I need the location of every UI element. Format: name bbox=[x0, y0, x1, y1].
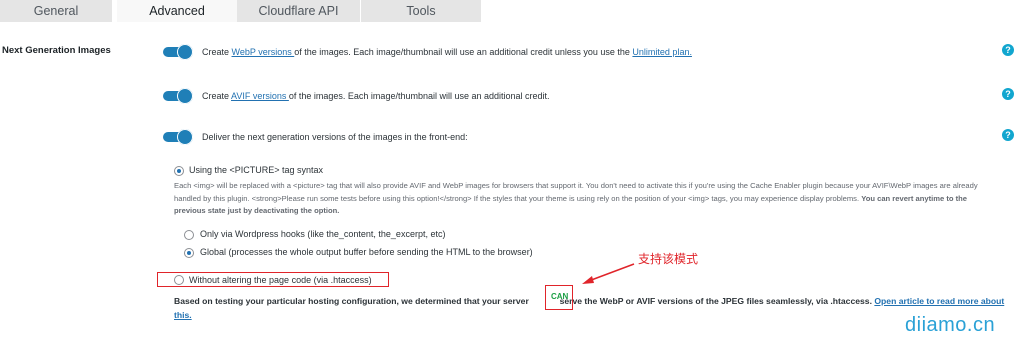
settings-tabs: General Advanced Cloudflare API Tools bbox=[0, 0, 1024, 22]
global-buffer-label: Global (processes the whole output buffe… bbox=[200, 247, 533, 257]
wordpress-hooks-radio[interactable] bbox=[184, 230, 194, 240]
can-status-badge: CAN bbox=[551, 292, 569, 301]
global-buffer-radio[interactable] bbox=[184, 248, 194, 258]
help-icon-webp[interactable]: ? bbox=[1002, 44, 1014, 56]
picture-description-text: Each <img> will be replaced with a <pict… bbox=[174, 181, 978, 203]
picture-tag-label: Using the <PICTURE> tag syntax bbox=[189, 165, 324, 175]
avif-option-text: Create AVIF versions of the images. Each… bbox=[202, 91, 550, 101]
htaccess-label: Without altering the page code (via .hta… bbox=[189, 275, 372, 285]
result-text-post: serve the WebP or AVIF versions of the J… bbox=[557, 296, 875, 306]
watermark: diiamo.cn bbox=[905, 314, 996, 336]
avif-toggle[interactable] bbox=[163, 88, 193, 104]
help-icon-avif[interactable]: ? bbox=[1002, 88, 1014, 100]
webp-option-text: Create WebP versions of the images. Each… bbox=[202, 47, 692, 57]
toggle-knob bbox=[177, 44, 193, 60]
section-label-next-gen-images: Next Generation Images bbox=[2, 45, 111, 56]
webp-versions-link[interactable]: WebP versions bbox=[232, 47, 295, 57]
tab-general[interactable]: General bbox=[0, 0, 112, 22]
htaccess-test-result: Based on testing your particular hosting… bbox=[174, 294, 1014, 322]
unlimited-plan-link[interactable]: Unlimited plan. bbox=[632, 47, 692, 57]
toggle-knob bbox=[177, 88, 193, 104]
picture-tag-description: Each <img> will be replaced with a <pict… bbox=[174, 180, 994, 218]
avif-text-mid: of the images. Each image/thumbnail will… bbox=[288, 91, 550, 101]
htaccess-radio[interactable] bbox=[174, 275, 184, 285]
webp-text-pre: Create bbox=[202, 47, 232, 57]
toggle-knob bbox=[177, 129, 193, 145]
annotation-arrow bbox=[582, 263, 635, 284]
wordpress-hooks-label: Only via Wordpress hooks (like the_conte… bbox=[200, 229, 446, 239]
result-text-pre: Based on testing your particular hosting… bbox=[174, 296, 532, 306]
help-icon-deliver[interactable]: ? bbox=[1002, 129, 1014, 141]
tab-tools[interactable]: Tools bbox=[361, 0, 481, 22]
tab-cloudflare-api[interactable]: Cloudflare API bbox=[237, 0, 360, 22]
picture-tag-radio[interactable] bbox=[174, 166, 184, 176]
tab-advanced[interactable]: Advanced bbox=[117, 0, 237, 22]
annotation-label: 支持该模式 bbox=[638, 252, 699, 266]
webp-toggle[interactable] bbox=[163, 44, 193, 60]
deliver-option-text: Deliver the next generation versions of … bbox=[202, 132, 468, 142]
avif-text-pre: Create bbox=[202, 91, 232, 101]
webp-text-mid: of the images. Each image/thumbnail will… bbox=[294, 47, 633, 57]
avif-versions-link[interactable]: AVIF versions bbox=[231, 91, 289, 101]
deliver-toggle[interactable] bbox=[163, 129, 193, 145]
